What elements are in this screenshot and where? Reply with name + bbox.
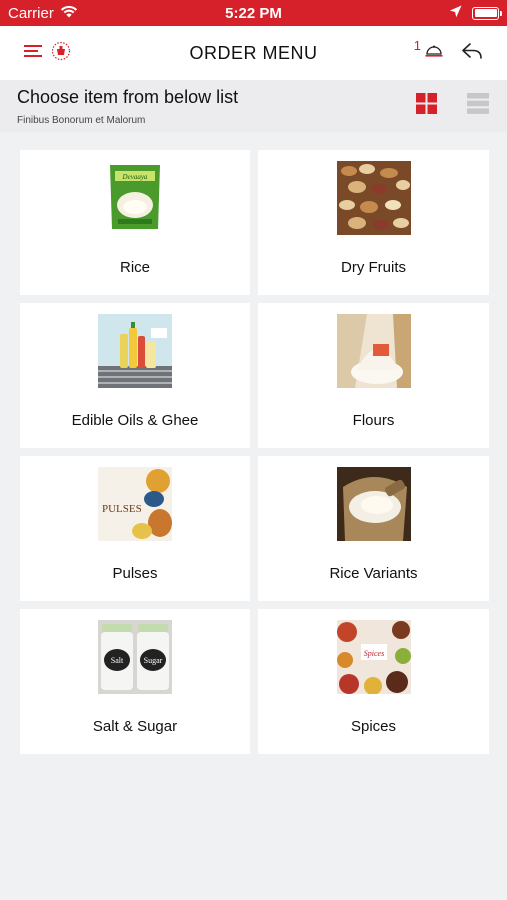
cart-count-badge: 1 xyxy=(413,37,421,53)
rice-bag-image: Devaaya xyxy=(98,161,172,235)
category-card-flours[interactable]: Flours xyxy=(258,303,489,448)
category-label: Flours xyxy=(352,412,395,429)
category-grid: Devaaya Rice Dry Fruits Edible Oils & Gh… xyxy=(0,132,507,754)
category-label: Rice Variants xyxy=(329,565,418,582)
brand-logo-icon xyxy=(51,41,71,66)
flour-image xyxy=(336,314,411,388)
rice-sack-image xyxy=(336,467,411,541)
category-card-pulses[interactable]: PULSES Pulses xyxy=(20,456,250,601)
serving-dish-icon xyxy=(425,44,443,63)
spices-image-text: Spices xyxy=(363,649,383,658)
section-header: Choose item from below list Finibus Bono… xyxy=(0,80,507,132)
sugar-jar-text: Sugar xyxy=(144,656,163,665)
location-arrow-icon xyxy=(449,5,462,22)
wifi-icon xyxy=(60,5,78,22)
category-label: Edible Oils & Ghee xyxy=(71,412,199,429)
carrier-label: Carrier xyxy=(8,4,54,22)
section-caption: Finibus Bonorum et Malorum xyxy=(17,114,146,126)
category-card-salt-sugar[interactable]: Salt Sugar Salt & Sugar xyxy=(20,609,250,754)
category-label: Salt & Sugar xyxy=(92,718,178,735)
category-label: Spices xyxy=(350,718,397,735)
category-card-rice-variants[interactable]: Rice Variants xyxy=(258,456,489,601)
category-label: Rice xyxy=(119,259,150,276)
salt-jar-text: Salt xyxy=(111,656,124,665)
pulses-image-text: PULSES xyxy=(102,503,142,515)
spices-image: Spices xyxy=(336,620,411,694)
dry-fruits-image xyxy=(336,161,411,235)
category-card-spices[interactable]: Spices Spices xyxy=(258,609,489,754)
section-title: Choose item from below list xyxy=(17,86,239,107)
pulses-image: PULSES xyxy=(98,467,172,541)
oil-bottles-image xyxy=(98,314,172,388)
category-card-dry-fruits[interactable]: Dry Fruits xyxy=(258,150,489,295)
status-bar: Carrier 5:22 PM xyxy=(0,0,507,26)
back-reply-icon[interactable] xyxy=(461,42,483,65)
battery-icon xyxy=(472,6,502,20)
category-card-rice[interactable]: Devaaya Rice xyxy=(20,150,250,295)
menu-icon[interactable] xyxy=(24,44,42,63)
salt-sugar-jars-image: Salt Sugar xyxy=(98,620,172,694)
navigation-bar: ORDER MENU 1 xyxy=(0,26,507,80)
list-view-icon[interactable] xyxy=(467,93,489,119)
svg-text:Devaaya: Devaaya xyxy=(122,173,148,181)
category-label: Pulses xyxy=(112,565,158,582)
grid-view-icon[interactable] xyxy=(416,93,437,119)
category-label: Dry Fruits xyxy=(341,259,406,276)
category-card-edible-oils-ghee[interactable]: Edible Oils & Ghee xyxy=(20,303,250,448)
cart-button[interactable]: 1 xyxy=(414,38,443,63)
